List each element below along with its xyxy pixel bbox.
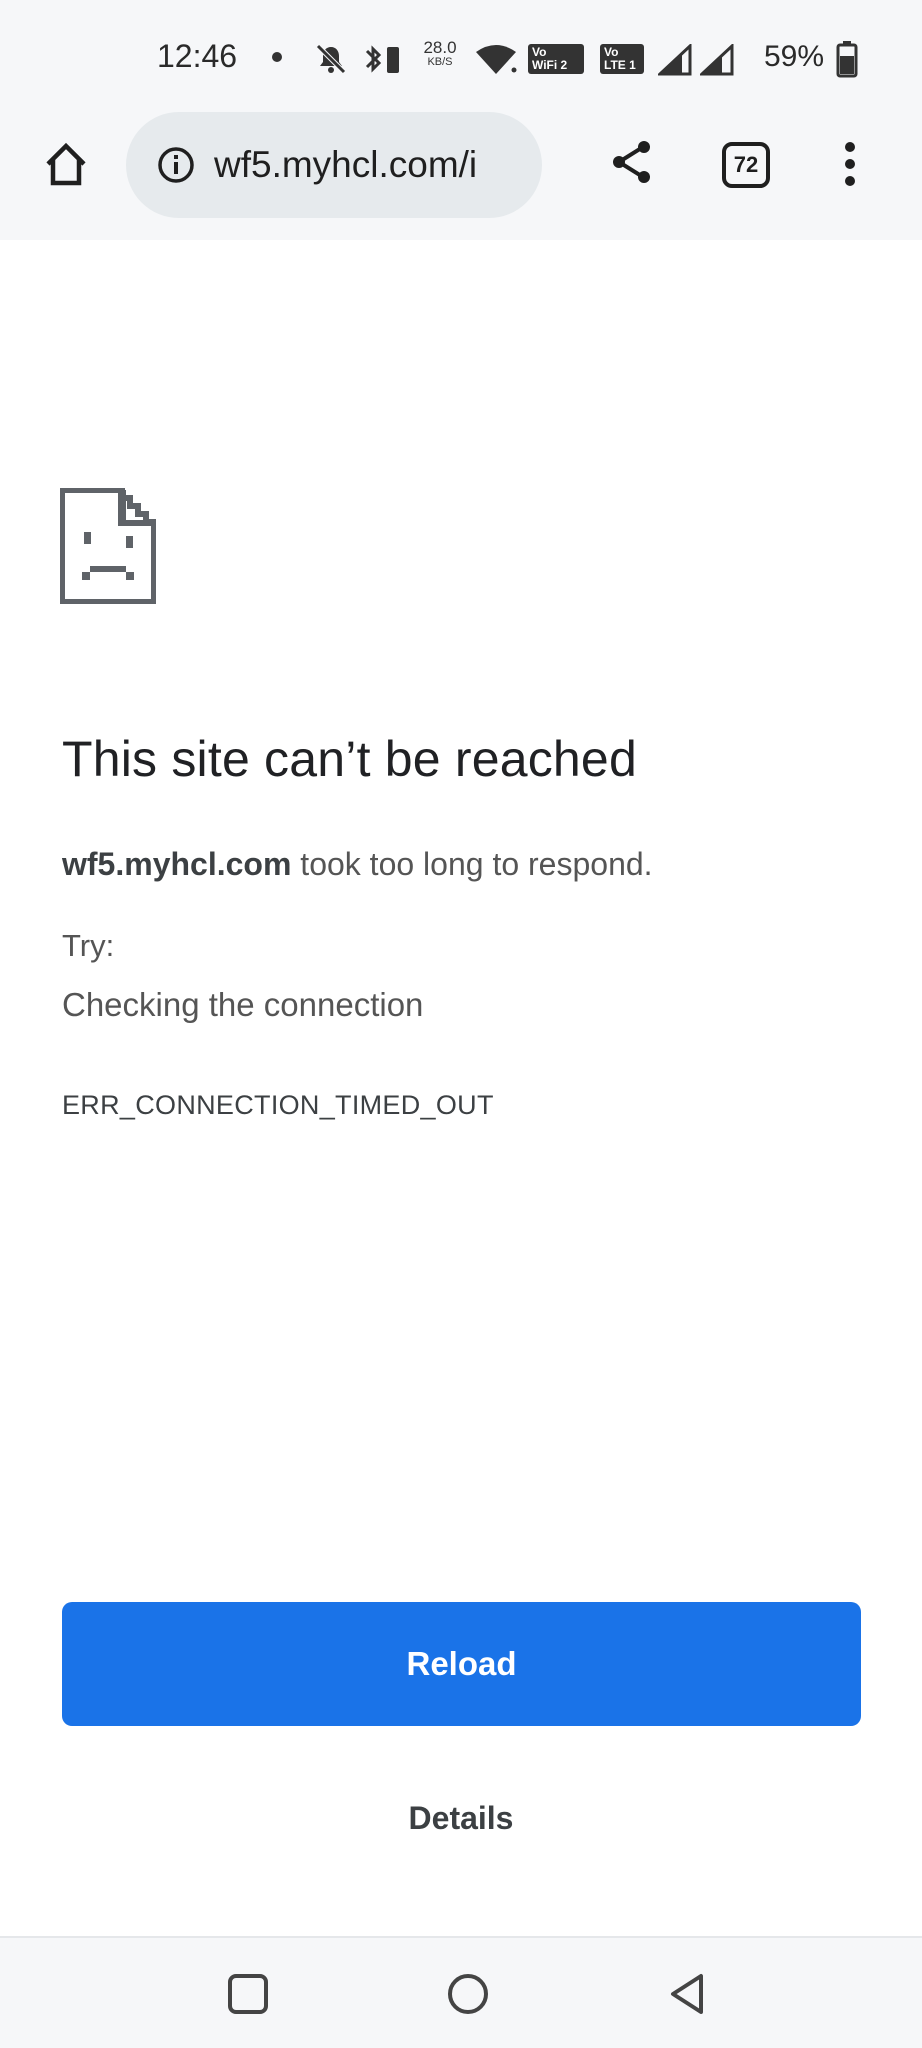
signal-icon — [658, 44, 692, 76]
details-button[interactable]: Details — [331, 1784, 591, 1852]
notification-dot — [272, 52, 282, 62]
vowifi-bottom: WiFi 2 — [532, 58, 568, 72]
home-circle-icon — [448, 1974, 488, 2014]
sad-document-icon — [60, 488, 156, 604]
network-speed: 28.0 KB/S — [418, 38, 462, 70]
share-icon — [613, 141, 650, 183]
back-button[interactable] — [662, 1968, 714, 2020]
tab-switcher-button[interactable]: 72 — [722, 142, 770, 188]
speed-value: 28.0 — [423, 38, 457, 57]
suggestion-check-connection: Checking the connection — [62, 986, 424, 1023]
reload-button[interactable]: Reload — [62, 1602, 861, 1726]
more-vert-icon — [845, 142, 855, 186]
url-bar[interactable]: wf5.myhcl.com/i — [126, 112, 542, 218]
signal-icon — [700, 44, 734, 76]
error-host: wf5.myhcl.com — [62, 846, 292, 882]
tab-count: 72 — [733, 152, 759, 177]
mute-icon — [316, 44, 346, 74]
share-button[interactable] — [606, 136, 658, 188]
volte-top: Vo — [604, 45, 619, 59]
status-time: 12:46 — [157, 38, 238, 74]
home-icon — [46, 142, 86, 186]
vowifi-top: Vo — [532, 45, 547, 59]
home-nav-button[interactable] — [442, 1968, 494, 2020]
home-button[interactable] — [36, 134, 96, 194]
error-desc-text: took too long to respond. — [291, 846, 653, 882]
recents-button[interactable] — [222, 1968, 274, 2020]
info-icon[interactable] — [156, 145, 196, 185]
battery-percent: 59% — [764, 40, 825, 73]
volte-badge: Vo LTE 1 — [600, 44, 644, 74]
battery-saver-icon — [387, 47, 399, 73]
battery-icon — [836, 41, 858, 78]
browser-toolbar: wf5.myhcl.com/i 72 — [0, 106, 922, 240]
volte-bottom: LTE 1 — [604, 58, 636, 72]
bluetooth-icon — [365, 45, 382, 73]
more-menu-button[interactable] — [834, 136, 866, 192]
wifi-icon — [476, 45, 517, 74]
system-nav-bar — [0, 1936, 922, 2048]
error-title: This site can’t be reached — [62, 731, 637, 787]
speed-unit: KB/S — [427, 56, 453, 68]
vowifi-badge: Vo WiFi 2 — [528, 44, 584, 74]
error-description: wf5.myhcl.com took too long to respond. — [62, 846, 653, 883]
back-triangle-icon — [671, 1974, 703, 2014]
status-bar: 12:46 28.0 KB/S Vo WiFi 2 Vo LTE 1 59% — [0, 0, 922, 106]
try-label: Try: — [62, 928, 115, 963]
url-text[interactable]: wf5.myhcl.com/i — [214, 144, 477, 186]
error-code: ERR_CONNECTION_TIMED_OUT — [62, 1090, 494, 1120]
recents-icon — [228, 1974, 268, 2014]
